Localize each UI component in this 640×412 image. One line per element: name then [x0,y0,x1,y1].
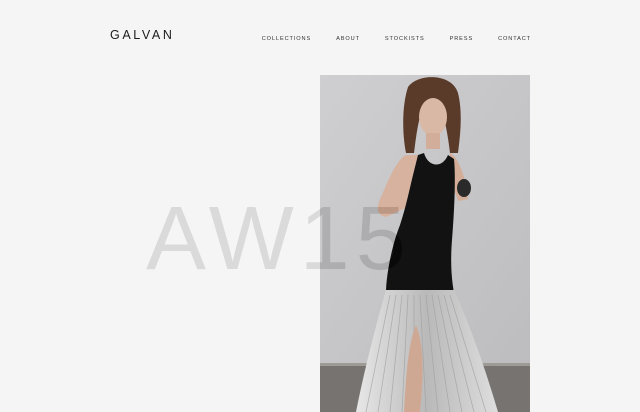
nav-item-contact[interactable]: CONTACT [498,36,531,43]
hero-photo-illustration [320,75,530,412]
brand-logo[interactable]: GALVAN [110,29,174,42]
nav-item-stockists[interactable]: STOCKISTS [385,36,425,43]
main-nav: COLLECTIONS ABOUT STOCKISTS PRESS CONTAC… [262,36,531,43]
nav-item-press[interactable]: PRESS [450,36,473,43]
nav-item-collections[interactable]: COLLECTIONS [262,36,311,43]
nav-item-about[interactable]: ABOUT [336,36,360,43]
page: GALVAN COLLECTIONS ABOUT STOCKISTS PRESS… [0,0,640,412]
hero-photo[interactable] [320,75,530,412]
